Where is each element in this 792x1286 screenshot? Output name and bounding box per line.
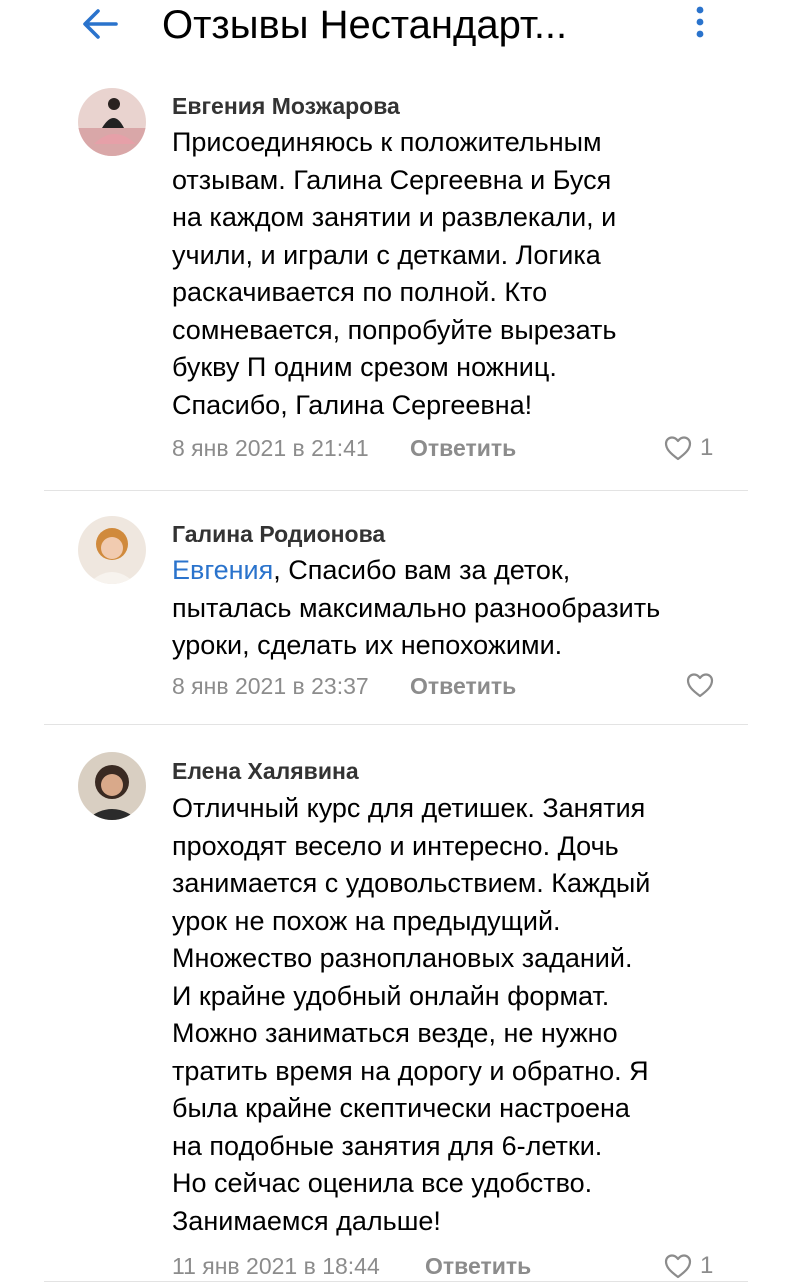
comment-line-rest: , Спасибо вам за деток, [273, 555, 571, 585]
comment-line: Евгения, Спасибо вам за деток, [172, 552, 742, 590]
comment-line: Присоединяюсь к положительным [172, 127, 602, 157]
comment-line: на каждом занятии и развлекали, и [172, 202, 617, 232]
mention-link[interactable]: Евгения [172, 555, 273, 585]
more-vertical-icon [696, 6, 704, 38]
like-count: 1 [700, 1252, 714, 1279]
comment-line: отзывам. Галина Сергеевна и Буся [172, 164, 612, 195]
comment-line: учили, и играли с детками. Логика [172, 239, 601, 270]
like-button[interactable]: 1 [664, 434, 713, 462]
top-bar: Отзывы Нестандарт... [0, 0, 792, 70]
avatar[interactable] [78, 752, 146, 820]
comment-line: пыталась максимально разнообразить [172, 592, 661, 623]
like-button[interactable]: 1 [664, 1252, 713, 1280]
comment-text: Евгения, Спасибо вам за деток, пыталась … [172, 552, 742, 665]
comment-text: Присоединяюсь к положительным отзывам. Г… [172, 124, 742, 424]
comment-line: Можно заниматься везде, не нужно [172, 1018, 618, 1048]
avatar[interactable] [78, 88, 146, 156]
comment-date: 8 янв 2021 в 21:41 [172, 435, 369, 461]
comment-line: Но сейчас оценила все удобство. [172, 1168, 593, 1198]
comment-line: И крайне удобный онлайн формат. [172, 980, 610, 1011]
comment-line: букву П одним срезом ножниц. [172, 352, 557, 382]
comment-text: Отличный курс для детишек. Занятия прохо… [172, 790, 742, 1240]
comment-line: проходят весело и интересно. Дочь [172, 830, 619, 861]
more-menu-button[interactable] [684, 2, 716, 42]
heart-icon [664, 1254, 692, 1279]
arrow-left-icon [83, 9, 118, 39]
reply-button[interactable]: Ответить [425, 1252, 531, 1280]
comment-line: Отличный курс для детишек. Занятия [172, 793, 646, 823]
divider [44, 724, 748, 725]
comment-line: урок не похож на предыдущий. [172, 905, 561, 936]
like-count: 1 [700, 434, 714, 461]
like-button[interactable] [686, 672, 714, 698]
comment-line: Спасибо, Галина Сергеевна! [172, 389, 533, 420]
comment-line: уроки, сделать их непохожими. [172, 630, 563, 660]
back-button[interactable] [78, 6, 122, 42]
reply-button[interactable]: Ответить [410, 672, 516, 700]
heart-icon [686, 673, 714, 698]
comment-author[interactable]: Галина Родионова [172, 520, 385, 548]
divider [44, 490, 748, 491]
comment-line: раскачивается по полной. Кто [172, 277, 548, 307]
divider [44, 1281, 748, 1282]
avatar[interactable] [78, 516, 146, 584]
comment-date: 8 янв 2021 в 23:37 [172, 673, 369, 699]
comment-date: 11 янв 2021 в 18:44 [172, 1253, 380, 1279]
comment-line: Множество разноплановых заданий. [172, 943, 633, 973]
comment-line: на подобные занятия для 6-летки. [172, 1130, 603, 1161]
comment-line: тратить время на дорогу и обратно. Я [172, 1055, 649, 1086]
comment-line: занимается с удовольствием. Каждый [172, 868, 651, 898]
comment-line: была крайне скептически настроена [172, 1093, 630, 1123]
heart-icon [664, 436, 692, 461]
comment-author[interactable]: Елена Халявина [172, 757, 359, 785]
comment-line: Занимаемся дальше! [172, 1205, 441, 1236]
comment-line: сомневается, попробуйте вырезать [172, 314, 617, 345]
comment-author[interactable]: Евгения Мозжарова [172, 92, 400, 120]
reply-button[interactable]: Ответить [410, 434, 516, 462]
page-title: Отзывы Нестандарт... [162, 3, 568, 47]
